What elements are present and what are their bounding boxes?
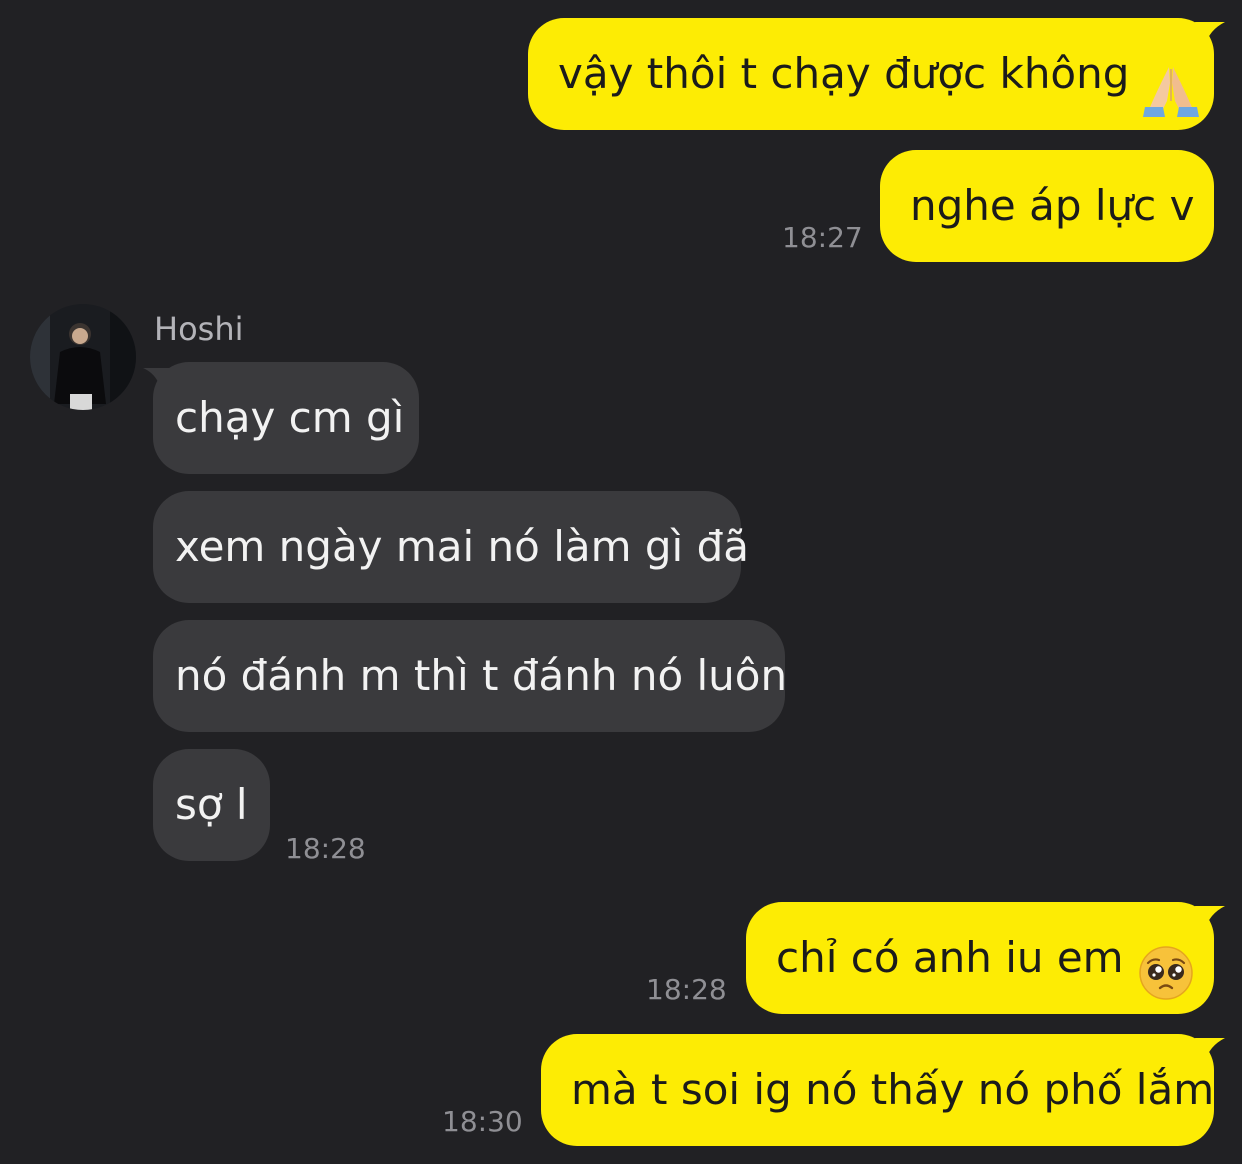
contact-avatar[interactable] bbox=[30, 304, 136, 410]
bubble-tail bbox=[1195, 22, 1225, 46]
message-timestamp: 18:30 bbox=[442, 1105, 523, 1138]
outgoing-message-bubble[interactable]: chỉ có anh iu em bbox=[746, 902, 1225, 1014]
message-text: mà t soi ig nó thấy nó phố lắm bbox=[571, 1065, 1215, 1114]
message-text: chạy cm gì bbox=[175, 393, 405, 442]
incoming-message-bubble[interactable]: chạy cm gì bbox=[143, 362, 419, 474]
message-text: nghe áp lực v bbox=[910, 181, 1195, 230]
message-timestamp: 18:27 bbox=[782, 221, 863, 254]
outgoing-message-bubble[interactable]: mà t soi ig nó thấy nó phố lắm bbox=[541, 1034, 1225, 1146]
message-text: sợ l bbox=[175, 780, 248, 829]
incoming-message-bubble[interactable]: xem ngày mai nó làm gì đã bbox=[153, 491, 749, 603]
message-timestamp: 18:28 bbox=[285, 832, 366, 865]
bubble-tail bbox=[1195, 1038, 1225, 1062]
message-text: xem ngày mai nó làm gì đã bbox=[175, 522, 749, 571]
message-text: chỉ có anh iu em bbox=[776, 933, 1124, 982]
bubble-tail bbox=[1195, 906, 1225, 930]
outgoing-message-bubble[interactable]: vậy thôi t chạy được không bbox=[528, 18, 1225, 130]
avatar-photo-icon bbox=[30, 304, 136, 410]
pleading-face-icon bbox=[1138, 931, 1194, 1000]
message-timestamp: 18:28 bbox=[646, 973, 727, 1006]
incoming-message-bubble[interactable]: sợ l bbox=[153, 749, 270, 861]
incoming-message-bubble[interactable]: nó đánh m thì t đánh nó luôn bbox=[153, 620, 788, 732]
message-text: nó đánh m thì t đánh nó luôn bbox=[175, 651, 788, 700]
sender-name: Hoshi bbox=[154, 310, 244, 348]
outgoing-message-bubble[interactable]: nghe áp lực v bbox=[880, 150, 1214, 262]
folded-hands-icon bbox=[1143, 47, 1200, 117]
bubble-tail bbox=[143, 368, 171, 390]
message-text: vậy thôi t chạy được không bbox=[558, 49, 1130, 98]
